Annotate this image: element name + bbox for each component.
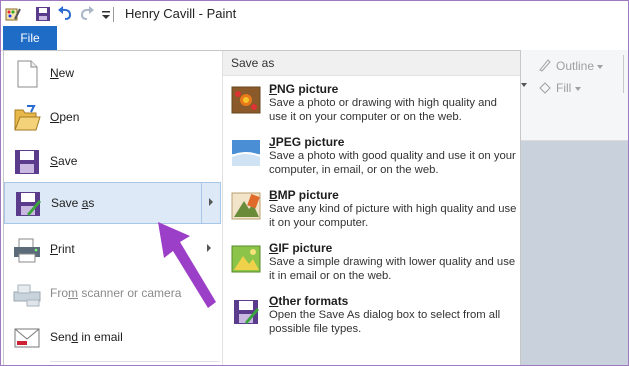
file-menu-commands: New Open Save Save as Print From scanner… (4, 51, 223, 365)
ribbon-tab-bar (1, 26, 628, 51)
save-disk-icon (15, 150, 39, 174)
option-title: PNG picture (269, 82, 339, 96)
dropdown-arrow-icon[interactable] (521, 80, 527, 90)
save-as-submenu-arrow[interactable] (201, 183, 222, 223)
window-title: Henry Cavill - Paint (125, 6, 237, 21)
menu-item-send-email[interactable]: Send in email (4, 317, 221, 359)
menu-item-label: Save as (51, 196, 95, 210)
option-title: Other formats (269, 294, 349, 308)
menu-item-save-as[interactable]: Save as (4, 182, 221, 224)
paint-app-icon[interactable] (5, 6, 21, 22)
outline-icon (539, 59, 551, 72)
outline-dropdown-icon (597, 65, 604, 69)
file-tab[interactable]: File (3, 26, 57, 50)
open-folder-icon (14, 105, 41, 131)
option-description: Save a photo with good quality and use i… (269, 150, 516, 176)
option-title: JPEG picture (269, 135, 345, 149)
fill-dropdown-icon (574, 87, 581, 91)
print-submenu-arrow[interactable] (200, 229, 221, 271)
title-bar: Henry Cavill - Paint (1, 1, 628, 27)
option-description: Open the Save As dialog box to select fr… (269, 309, 501, 335)
menu-item-label: From scanner or camera (50, 286, 182, 300)
save-icon[interactable] (35, 6, 51, 22)
option-description: Save a photo or drawing with high qualit… (269, 97, 497, 123)
printer-icon (14, 238, 40, 263)
option-title: GIF picture (269, 241, 333, 255)
menu-item-label: Open (50, 110, 80, 124)
save-as-other-formats[interactable]: Other formats Open the Save As dialog bo… (223, 294, 520, 347)
new-document-icon (17, 60, 38, 88)
scanner-icon (13, 284, 41, 307)
option-title: BMP picture (269, 188, 339, 202)
email-icon (14, 328, 40, 348)
canvas-area (519, 141, 628, 365)
menu-item-open[interactable]: Open (4, 97, 221, 139)
save-as-header: Save as (223, 51, 520, 76)
menu-item-label: Send in email (50, 330, 123, 344)
undo-icon[interactable] (57, 6, 73, 22)
save-as-gif[interactable]: GIF picture Save a simple drawing with l… (223, 241, 520, 294)
fill-icon (539, 82, 551, 94)
save-as-png[interactable]: PNG picture Save a photo or drawing with… (223, 82, 520, 135)
menu-item-print[interactable]: Print (4, 229, 221, 271)
menu-divider (50, 361, 220, 362)
redo-icon[interactable] (79, 6, 95, 22)
menu-item-save[interactable]: Save (4, 141, 221, 183)
fill-label: Fill (556, 81, 572, 95)
customize-toolbar-icon[interactable] (98, 6, 114, 22)
save-as-panel: Save as PNG picture Save a photo or draw… (223, 51, 520, 365)
png-picture-icon (231, 86, 261, 114)
outline-button[interactable]: Outline (538, 58, 604, 73)
gif-picture-icon (231, 245, 261, 273)
fill-button[interactable]: Fill (538, 80, 581, 95)
paint-window: Henry Cavill - Paint File Outline Fill N… (0, 0, 629, 366)
menu-item-label: Save (50, 154, 78, 168)
menu-item-new[interactable]: New (4, 53, 221, 95)
option-description: Save a simple drawing with lower quality… (269, 256, 516, 282)
ribbon-separator (623, 55, 624, 93)
jpeg-picture-icon (231, 140, 261, 166)
menu-item-label: Print (50, 242, 75, 256)
chevron-right-icon (209, 198, 213, 206)
save-as-icon (16, 192, 41, 216)
save-as-bmp[interactable]: BMP picture Save any kind of picture wit… (223, 188, 520, 241)
save-as-jpeg[interactable]: JPEG picture Save a photo with good qual… (223, 135, 520, 188)
chevron-right-icon (207, 244, 211, 252)
bmp-picture-icon (231, 192, 261, 220)
outline-label: Outline (556, 59, 595, 73)
menu-item-label: New (50, 66, 75, 80)
file-menu: New Open Save Save as Print From scanner… (3, 50, 521, 365)
other-formats-icon (234, 300, 259, 324)
menu-item-from-scanner[interactable]: From scanner or camera (4, 273, 221, 315)
toolbar-separator (113, 7, 114, 22)
option-description: Save any kind of picture with high quali… (269, 203, 517, 229)
